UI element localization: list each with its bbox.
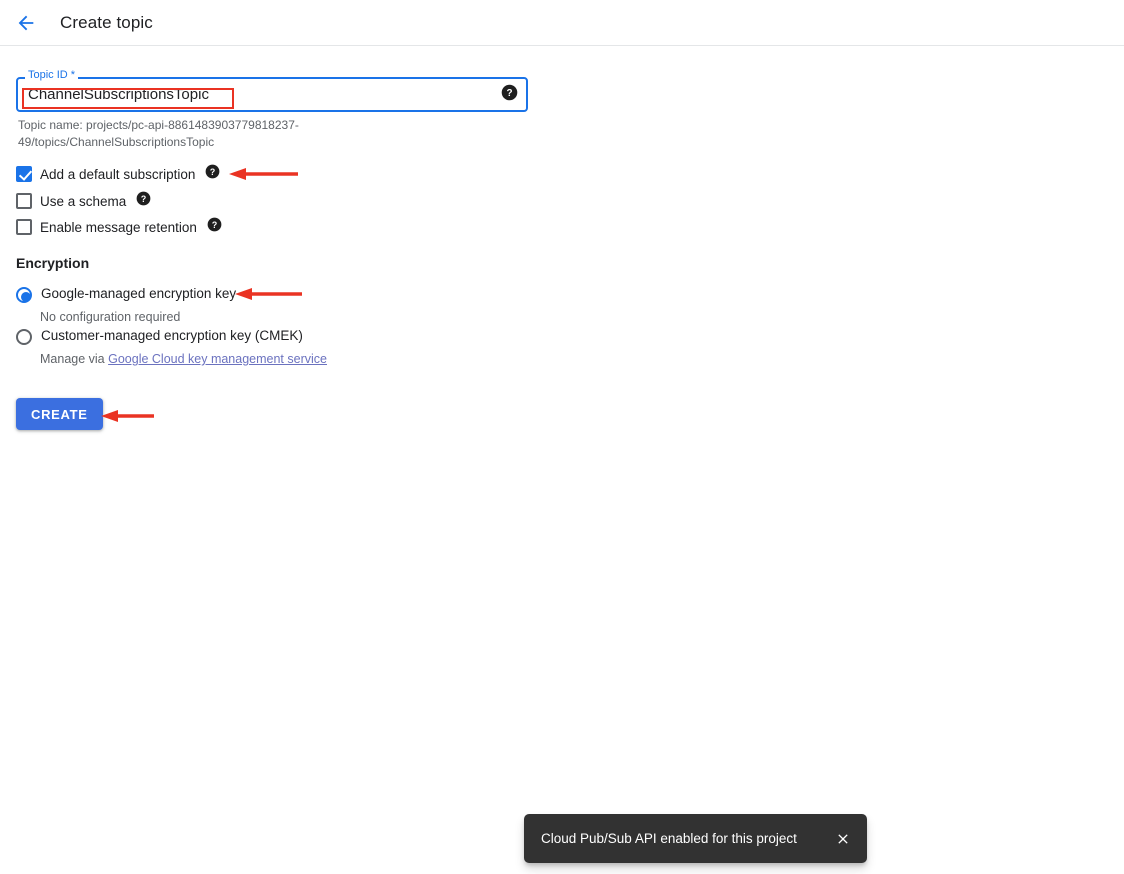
svg-text:?: ? [212,220,217,230]
topic-name-helper-text: Topic name: projects/pc-api-886148390377… [18,118,299,149]
checkbox-add-default-subscription[interactable] [16,166,32,182]
radio-label-customer-managed-encryption-key: Customer-managed encryption key (CMEK) [41,328,303,343]
radio-customer-managed-encryption-key[interactable] [16,329,32,345]
page-header: Create topic [0,0,1124,46]
manage-via-text: Manage via [40,352,109,366]
svg-text:?: ? [210,167,215,177]
radio-label-google-managed-encryption-key: Google-managed encryption key [41,286,237,301]
help-circle-icon: ? [207,217,222,232]
checkbox-row-use-a-schema[interactable]: Use a schema ? [16,191,151,211]
toast-notification: Cloud Pub/Sub API enabled for this proje… [524,814,867,863]
topic-id-field[interactable]: Topic ID * ? [16,69,528,112]
arrow-left-icon [18,15,34,30]
back-button[interactable] [6,3,46,43]
encryption-section-title: Encryption [16,255,90,271]
topic-id-help-icon[interactable]: ? [501,84,518,106]
annotation-arrow-google-managed-encryption-key [235,288,302,300]
create-topic-page: Create topic Topic ID * ? Topic name: pr… [0,0,1124,874]
help-circle-icon: ? [205,164,220,179]
help-icon-enable-message-retention[interactable]: ? [207,217,222,237]
help-circle-icon: ? [501,84,518,100]
svg-text:?: ? [506,88,512,99]
radio-sub-customer-managed-encryption-key: Manage via Google Cloud key management s… [40,352,327,366]
checkbox-label-use-a-schema: Use a schema [40,193,127,209]
create-button[interactable]: CREATE [16,398,103,430]
help-circle-icon: ? [136,191,151,206]
radio-sub-google-managed-encryption-key: No configuration required [40,310,181,324]
annotation-arrow-add-default-subscription [229,168,298,180]
help-icon-use-a-schema[interactable]: ? [136,191,151,211]
checkbox-row-add-default-subscription[interactable]: Add a default subscription ? [16,164,220,184]
toast-message: Cloud Pub/Sub API enabled for this proje… [541,831,797,846]
radio-row-customer-managed-key[interactable]: Customer-managed encryption key (CMEK) [16,328,303,345]
help-icon-add-default-subscription[interactable]: ? [205,164,220,184]
kms-link[interactable]: Google Cloud key management service [108,352,327,366]
checkbox-row-enable-message-retention[interactable]: Enable message retention ? [16,217,222,237]
checkbox-label-enable-message-retention: Enable message retention [40,219,197,235]
radio-google-managed-encryption-key[interactable] [16,287,32,303]
checkbox-label-add-default-subscription: Add a default subscription [40,166,196,182]
topic-id-input[interactable] [26,77,488,112]
svg-text:?: ? [141,194,146,204]
checkbox-use-a-schema[interactable] [16,193,32,209]
radio-row-google-managed-key[interactable]: Google-managed encryption key [16,286,236,303]
checkbox-enable-message-retention[interactable] [16,219,32,235]
close-icon [838,833,848,844]
page-title: Create topic [60,12,153,32]
toast-close-button[interactable] [823,819,863,859]
annotation-arrow-create-button [101,410,154,422]
